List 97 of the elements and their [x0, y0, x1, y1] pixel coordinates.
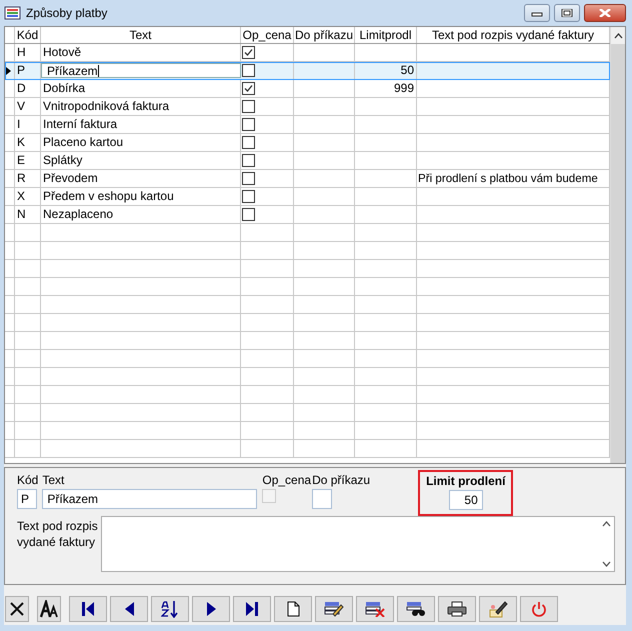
app-icon	[4, 5, 22, 21]
new-document-icon	[286, 601, 300, 617]
table-row[interactable]: E Splátky	[5, 152, 610, 170]
table-row[interactable]: R Převodem Při prodlení s platbou vám budeme	[5, 170, 610, 188]
window-title: Způsoby platby	[26, 6, 108, 20]
text-field[interactable]: Příkazem	[42, 489, 258, 509]
code-field[interactable]: P	[17, 489, 37, 509]
table-cell: R	[15, 170, 41, 187]
table-cell: Splátky	[41, 152, 241, 169]
last-record-button[interactable]	[233, 596, 271, 622]
table-cell: Při prodlení s platbou vám budeme	[418, 172, 598, 185]
delete-record-button[interactable]	[356, 596, 394, 622]
pencil-icon	[488, 600, 508, 618]
maximize-icon	[561, 9, 573, 17]
checkbox[interactable]	[242, 118, 255, 131]
checkbox[interactable]	[242, 64, 255, 77]
find-record-button[interactable]	[397, 596, 435, 622]
table-cell: Předem v eshopu kartou	[41, 188, 241, 205]
table-cell: Nezaplaceno	[41, 206, 241, 223]
power-icon	[531, 601, 547, 617]
column-header[interactable]: Kód	[15, 27, 41, 43]
sort-button[interactable]	[151, 596, 189, 622]
table-cell: X	[15, 188, 41, 205]
checkbox[interactable]	[242, 46, 255, 59]
table-cell: I	[15, 116, 41, 133]
cancel-icon	[9, 601, 25, 617]
table-row[interactable]: I Interní faktura	[5, 116, 610, 134]
edit-record-icon	[324, 601, 344, 617]
first-record-button[interactable]	[69, 596, 107, 622]
table-cell: Hotově	[41, 44, 241, 61]
table-cell: Vnitropodniková faktura	[41, 98, 241, 115]
checkbox[interactable]	[242, 208, 255, 221]
checkbox[interactable]	[242, 100, 255, 113]
last-record-icon	[246, 602, 258, 616]
column-header[interactable]: Text	[41, 27, 241, 43]
close-icon	[598, 9, 612, 17]
table-cell: Převodem	[41, 170, 241, 187]
printer-icon	[447, 601, 467, 617]
table-row[interactable]: D Dobírka 999	[5, 80, 610, 98]
table-cell: V	[15, 98, 41, 115]
maximize-button[interactable]	[554, 4, 580, 22]
table-row[interactable]: P Příkazem 50	[5, 62, 610, 80]
previous-record-button[interactable]	[110, 596, 148, 622]
table-cell: Dobírka	[41, 80, 241, 97]
sort-icon	[161, 600, 179, 618]
cell-edit-field[interactable]: Příkazem	[41, 63, 241, 78]
new-document-button[interactable]	[274, 596, 312, 622]
checkbox[interactable]	[242, 172, 255, 185]
scrollbar[interactable]	[610, 27, 625, 463]
pencil-button[interactable]	[479, 596, 517, 622]
input-field[interactable]	[312, 489, 332, 509]
field-label: Kód	[17, 473, 38, 487]
table-row[interactable]: X Předem v eshopu kartou	[5, 188, 610, 206]
checkbox[interactable]	[242, 154, 255, 167]
field-label: Text pod rozpis vydané faktury	[17, 518, 99, 551]
table-row[interactable]: K Placeno kartou	[5, 134, 610, 152]
scroll-up-icon	[614, 32, 622, 38]
row-pointer-icon	[5, 66, 11, 74]
table-cell: E	[15, 152, 41, 169]
column-header[interactable]: Op_cena	[241, 27, 294, 43]
field-label: Op_cena	[262, 473, 312, 487]
table-cell: Placeno kartou	[41, 134, 241, 151]
power-button[interactable]	[520, 596, 558, 622]
table-cell: N	[15, 206, 41, 223]
table-cell: D	[15, 80, 41, 97]
previous-record-icon	[124, 602, 134, 616]
find-record-icon	[406, 601, 426, 617]
table-cell: 999	[394, 81, 414, 95]
printer-button[interactable]	[438, 596, 476, 622]
cancel-button[interactable]	[5, 596, 29, 622]
scroll-down-icon	[602, 561, 610, 567]
table-row[interactable]: V Vnitropodniková faktura	[5, 98, 610, 116]
column-header[interactable]: Do příkazu	[294, 27, 355, 43]
checkbox[interactable]	[242, 136, 255, 149]
field-label: Do příkazu	[312, 473, 370, 487]
minimize-button[interactable]	[524, 4, 550, 22]
next-record-icon	[206, 602, 216, 616]
edit-record-button[interactable]	[315, 596, 353, 622]
table-cell: 50	[400, 63, 414, 77]
first-record-icon	[82, 602, 94, 616]
checkbox[interactable]	[242, 82, 255, 95]
font-icon	[40, 600, 58, 618]
field-label: Text	[42, 473, 66, 487]
table-cell: Interní faktura	[41, 116, 241, 133]
checkbox[interactable]	[242, 190, 255, 203]
note-field[interactable]	[101, 516, 615, 572]
limit-field[interactable]: 50	[448, 490, 483, 510]
font-button[interactable]	[37, 596, 61, 622]
close-button[interactable]	[584, 4, 626, 22]
column-header[interactable]: Limitprodl	[355, 27, 417, 43]
scroll-up-icon	[602, 521, 610, 527]
next-record-button[interactable]	[192, 596, 230, 622]
table-cell: H	[15, 44, 41, 61]
delete-record-icon	[365, 601, 385, 617]
table-cell: K	[15, 134, 41, 151]
field-label: Limit prodlení	[426, 474, 506, 488]
table-row[interactable]: N Nezaplaceno	[5, 206, 610, 224]
